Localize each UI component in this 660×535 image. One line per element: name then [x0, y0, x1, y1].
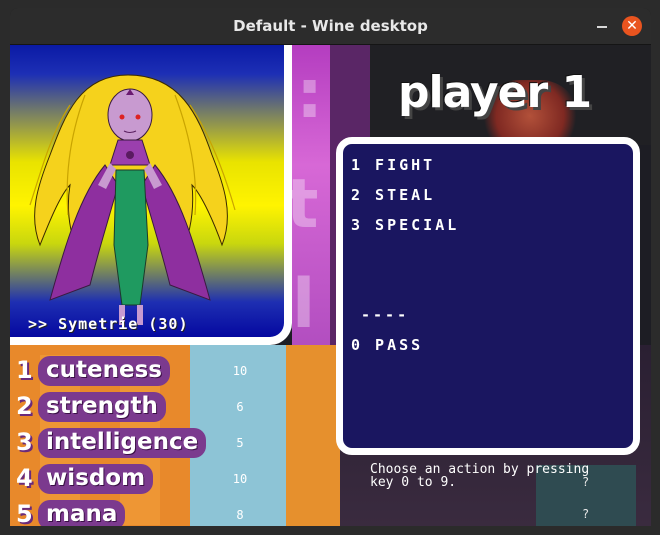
stat-row-mana: 5 mana 8: [10, 498, 340, 526]
menu-item-fight[interactable]: 1 FIGHT: [351, 156, 435, 174]
stat-row-intelligence: 3 intelligence 5: [10, 426, 340, 461]
character-illustration: [29, 74, 236, 325]
stat-row-cuteness: 1 cuteness 10: [10, 354, 340, 389]
minimize-button[interactable]: [594, 18, 610, 34]
menu-item-steal[interactable]: 2 STEAL: [351, 186, 435, 204]
menu-item-special[interactable]: 3 SPECIAL: [351, 216, 459, 234]
stat-label: mana: [38, 500, 126, 526]
stat-label: intelligence: [38, 428, 207, 458]
unknown-mark: ?: [582, 475, 590, 489]
stat-value: 6: [236, 400, 244, 414]
character-portrait: >> Symetrie (30): [10, 45, 292, 345]
character-name: >> Symetrie (30): [28, 315, 189, 333]
action-hint: Choose an action by pressing key 0 to 9.: [370, 462, 590, 490]
stat-label: cuteness: [38, 356, 170, 386]
stat-row-wisdom: 4 wisdom 10: [10, 462, 340, 497]
stat-number: 2: [16, 392, 33, 420]
action-menu: 1 FIGHT 2 STEAL 3 SPECIAL ---- 0 PASS: [336, 137, 640, 455]
unknown-mark: ?: [582, 507, 590, 521]
stat-number: 4: [16, 464, 33, 492]
stat-number: 3: [16, 428, 33, 456]
stat-number: 5: [16, 500, 33, 526]
close-button[interactable]: ✕: [622, 16, 642, 36]
menu-item-pass[interactable]: 0 PASS: [351, 336, 423, 354]
title-bar[interactable]: Default - Wine desktop ✕: [10, 8, 651, 45]
window-title: Default - Wine desktop: [233, 17, 428, 35]
player-title: player 1: [398, 67, 592, 118]
stat-value: 8: [236, 508, 244, 522]
wine-window: Default - Wine desktop ✕ : t l >> Symetr…: [10, 8, 651, 526]
stat-value: 5: [236, 436, 244, 450]
stat-row-strength: 2 strength 6: [10, 390, 340, 425]
stat-value: 10: [232, 472, 248, 486]
stat-value: 10: [232, 364, 248, 378]
stat-label: strength: [38, 392, 166, 422]
stat-number: 1: [16, 356, 33, 384]
stat-label: wisdom: [38, 464, 154, 494]
game-screen[interactable]: : t l >> Symetrie (30) player 1 1 FIGHT …: [10, 45, 651, 526]
menu-separator: ----: [361, 306, 410, 324]
